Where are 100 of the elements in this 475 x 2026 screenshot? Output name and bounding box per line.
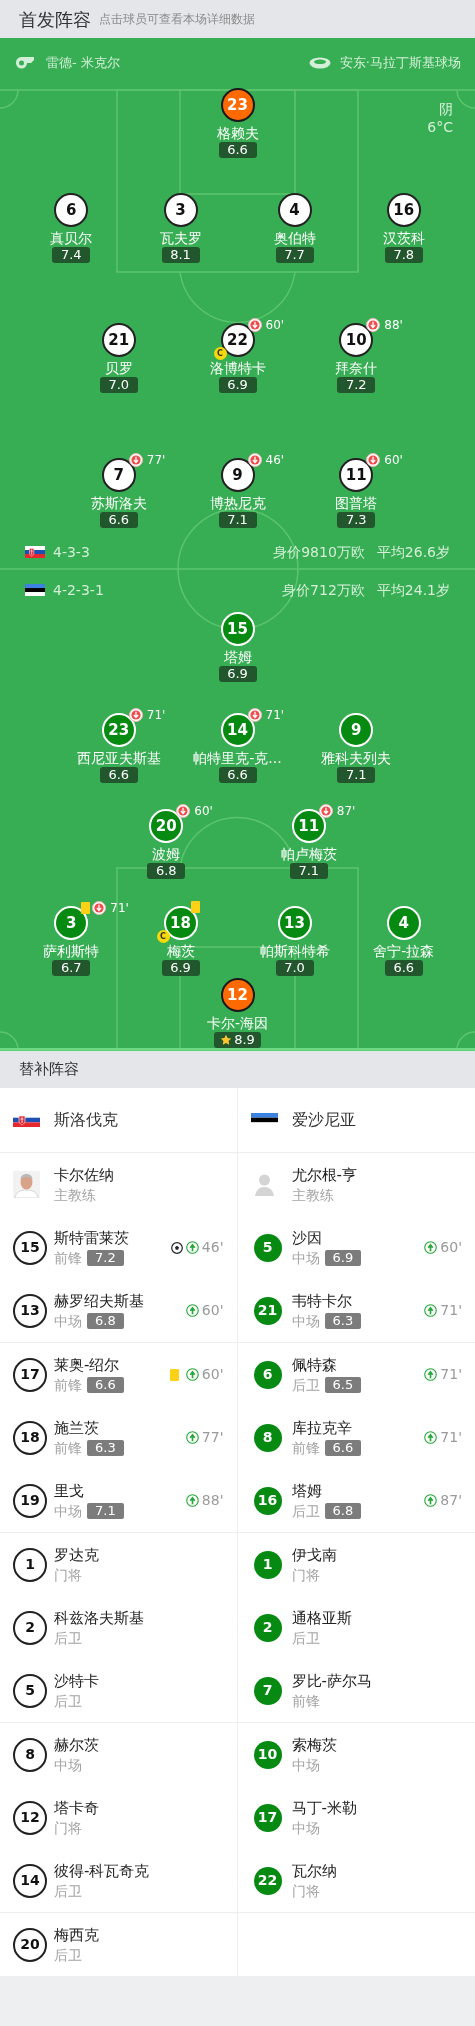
player-marker[interactable]: 21 [101,323,136,357]
substitution-minute: 71' [440,1301,462,1320]
player-position: 中场 [54,1756,82,1774]
player-position: 中场 [291,1312,320,1330]
team-name: 爱沙尼亚 [291,1109,356,1131]
player-name: 舍宁-拉森 [373,942,435,960]
jersey-number[interactable]: 19 [13,1483,47,1518]
player-name: 里戈 [54,1481,85,1501]
player-name: 沙特卡 [54,1671,99,1691]
player-rating: 7.3 [337,512,376,528]
jersey-number[interactable]: 18 [13,1420,47,1455]
player-marker[interactable]: 14 [220,713,255,747]
substitution-minute: 88' [201,1491,224,1510]
player-rating: 7.2 [87,1250,124,1266]
jersey-number[interactable]: 8 [253,1423,282,1452]
player-position: 中场 [291,1249,320,1267]
player-marker[interactable]: 4 [386,906,421,940]
player-rating: 6.9 [218,666,257,682]
player-rating: 7.1 [87,1503,124,1519]
player-name: 苏斯洛夫 [90,494,147,512]
jersey-number[interactable]: 17 [13,1357,47,1392]
player-name: 卡尔-海因 [206,1014,269,1032]
jersey-number[interactable]: 1 [253,1550,282,1579]
player-rating: 8.9 [214,1032,261,1048]
player-name: 塔卡奇 [54,1798,99,1818]
section-hint: 点击球员可查看本场详细数据 [99,11,255,28]
player-marker[interactable]: 9 [339,713,374,747]
jersey-number[interactable]: 17 [253,1803,282,1832]
jersey-number[interactable]: 1 [13,1547,47,1582]
player-rating: 7.7 [275,247,314,263]
jersey-number[interactable]: 20 [13,1927,47,1962]
player-marker[interactable]: 23 [101,713,136,747]
player-rating: 7.8 [384,247,423,263]
substitution-minute: 71' [440,1365,462,1384]
player-name: 汉茨科 [382,229,425,247]
substitution-minute: 60' [201,1365,224,1384]
player-rating: 7.1 [218,512,257,528]
jersey-number[interactable]: 5 [13,1673,47,1708]
jersey-number[interactable]: 6 [253,1360,282,1389]
player-name: 伊戈南 [291,1545,337,1565]
player-position: 门将 [54,1566,82,1584]
substitution-off-icon [128,453,143,467]
jersey-number[interactable]: 7 [253,1676,282,1705]
player-marker[interactable]: 12 [220,978,255,1012]
player-name: 贝罗 [104,359,133,377]
player-rating: 6.8 [87,1313,124,1329]
player-rating: 6.9 [324,1250,362,1266]
referee-name: 雷德- 米克尔 [46,54,120,73]
player-name: 帕斯科特希 [259,942,330,960]
player-marker[interactable]: 15 [220,612,255,646]
jersey-number[interactable]: 21 [253,1296,282,1325]
player-rating: 8.1 [161,247,200,263]
player-marker[interactable]: 20 [149,809,184,843]
jersey-number[interactable]: 5 [253,1233,282,1262]
jersey-number[interactable]: 8 [13,1737,47,1772]
market-value: 身价712万欧 [282,580,365,600]
player-name: 奥伯特 [273,229,316,247]
jersey-number[interactable]: 15 [13,1230,47,1265]
player-name: 瓦夫罗 [159,229,202,247]
player-marker[interactable]: 13 [277,906,312,940]
player-name: 瓦尔纳 [291,1861,337,1881]
substitution-minute: 88' [384,319,403,331]
player-position: 前锋 [54,1439,82,1457]
formation-label: 4-2-3-1 [53,580,104,600]
jersey-number[interactable]: 13 [13,1293,47,1328]
player-name: 赫罗绍夫斯基 [54,1291,144,1311]
player-name: 韦特卡尔 [291,1291,353,1311]
player-marker[interactable]: 9 [220,458,255,492]
player-marker[interactable]: 7 [101,458,136,492]
player-marker[interactable]: 6 [54,193,89,227]
player-marker[interactable]: 11 [339,458,374,492]
player-marker[interactable]: 11 [291,809,326,843]
jersey-number[interactable]: 2 [13,1610,47,1645]
player-marker[interactable]: 10 [339,323,374,357]
player-position: 后卫 [54,1692,82,1710]
player-name: 梅西克 [54,1925,99,1945]
jersey-number[interactable]: 22 [253,1866,282,1895]
player-marker[interactable]: 3 [163,193,198,227]
jersey-number[interactable]: 12 [13,1800,47,1835]
player-position: 后卫 [54,1882,82,1900]
player-position: 后卫 [291,1376,320,1394]
player-rating: 7.0 [99,377,138,393]
substitution-minute: 71' [265,709,285,721]
jersey-number[interactable]: 2 [253,1613,282,1642]
player-marker[interactable]: 16 [386,193,421,227]
substitution-on-icon [424,1431,438,1444]
player-position: 前锋 [54,1376,82,1394]
jersey-number[interactable]: 16 [253,1486,282,1515]
player-name: 赫尔茨 [54,1735,99,1755]
player-rating: 7.4 [52,247,91,263]
captain-badge: C [156,930,170,943]
player-rating: 6.6 [87,1377,124,1393]
player-marker[interactable]: 4 [277,193,312,227]
whistle-icon [14,56,36,70]
player-marker[interactable]: 23 [220,88,255,122]
jersey-number[interactable]: 14 [13,1863,47,1898]
player-name: 佩特森 [291,1355,338,1375]
stadium-name: 安东·马拉丁斯基球场 [339,54,461,73]
jersey-number[interactable]: 10 [253,1740,282,1769]
player-marker[interactable]: 3 [54,906,89,940]
